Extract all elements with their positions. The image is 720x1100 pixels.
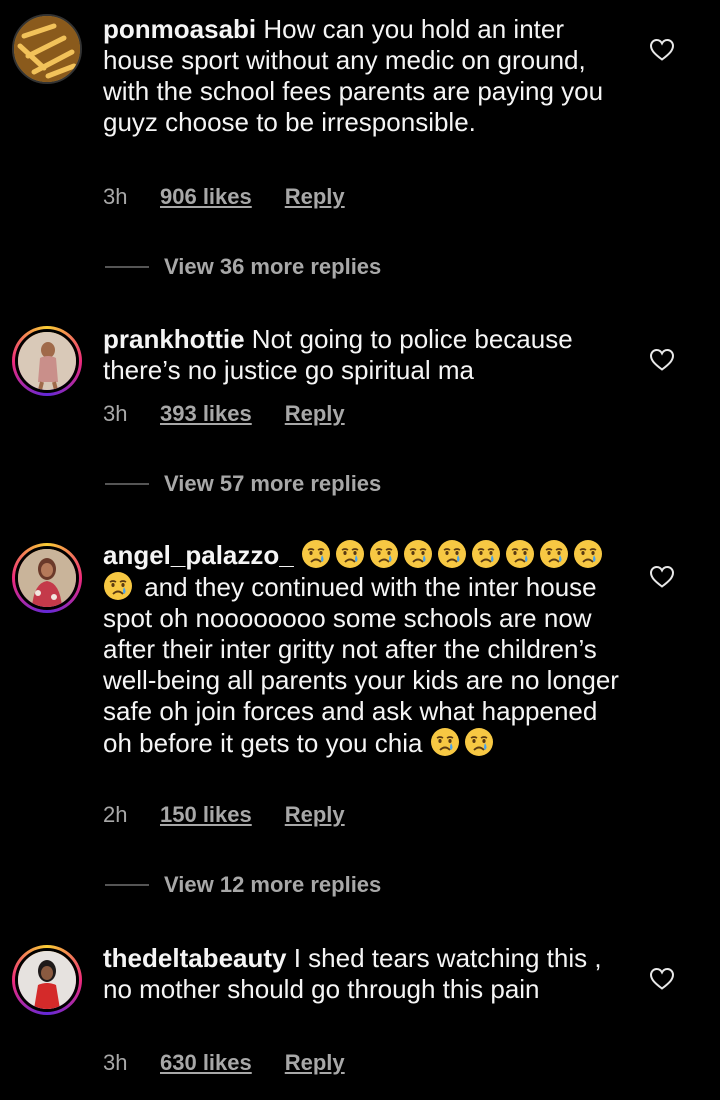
reply-button[interactable]: Reply	[285, 1050, 345, 1076]
comment-time: 3h	[103, 1050, 128, 1075]
divider-line	[105, 884, 149, 886]
comment-meta: 3h 630 likes Reply	[103, 1050, 345, 1076]
view-more-replies[interactable]: View 12 more replies	[105, 872, 381, 898]
view-more-label: View 57 more replies	[164, 471, 382, 496]
comment-text: thedeltabeauty I shed tears watching thi…	[103, 943, 623, 1005]
avatar-image	[15, 329, 79, 393]
avatar[interactable]	[12, 945, 82, 1015]
like-heart-icon[interactable]	[649, 38, 675, 62]
comment-username[interactable]: ponmoasabi	[103, 14, 256, 44]
comment-meta: 2h 150 likes Reply	[103, 802, 345, 828]
avatar-fries-image	[14, 16, 80, 82]
crying-face-icon	[403, 539, 433, 569]
avatar[interactable]	[12, 543, 82, 613]
avatar-image	[15, 948, 79, 1012]
avatar[interactable]	[12, 326, 82, 396]
comment-text: angel_palazzo_ and they continued with t…	[103, 539, 623, 759]
comment-text: prankhottie Not going to police because …	[103, 324, 623, 386]
comment-username[interactable]: prankhottie	[103, 324, 245, 354]
comment-time: 3h	[103, 184, 128, 209]
crying-face-icon	[437, 539, 467, 569]
crying-face-icon	[464, 727, 494, 757]
crying-face-icon	[335, 539, 365, 569]
crying-face-icon	[430, 727, 460, 757]
crying-face-icon	[573, 539, 603, 569]
comment-username[interactable]: thedeltabeauty	[103, 943, 287, 973]
reply-button[interactable]: Reply	[285, 184, 345, 210]
crying-face-icon	[471, 539, 501, 569]
view-more-label: View 36 more replies	[164, 254, 382, 279]
view-more-label: View 12 more replies	[164, 872, 382, 897]
crying-face-icon	[505, 539, 535, 569]
divider-line	[105, 483, 149, 485]
crying-face-icon	[369, 539, 399, 569]
likes-count[interactable]: 150 likes	[160, 802, 252, 828]
likes-count[interactable]: 906 likes	[160, 184, 252, 210]
crying-face-icon	[301, 539, 331, 569]
avatar[interactable]	[12, 14, 82, 84]
likes-count[interactable]: 393 likes	[160, 401, 252, 427]
avatar-image	[15, 546, 79, 610]
comment-time: 2h	[103, 802, 128, 827]
likes-count[interactable]: 630 likes	[160, 1050, 252, 1076]
comment-meta: 3h 393 likes Reply	[103, 401, 345, 427]
view-more-replies[interactable]: View 57 more replies	[105, 471, 381, 497]
view-more-replies[interactable]: View 36 more replies	[105, 254, 381, 280]
reply-button[interactable]: Reply	[285, 802, 345, 828]
comment-username[interactable]: angel_palazzo_	[103, 540, 294, 570]
like-heart-icon[interactable]	[649, 967, 675, 991]
comment-text: ponmoasabi How can you hold an inter hou…	[103, 14, 623, 138]
divider-line	[105, 266, 149, 268]
crying-face-icon	[539, 539, 569, 569]
comment-body: and they continued with the inter house …	[103, 572, 619, 758]
comment-time: 3h	[103, 401, 128, 426]
like-heart-icon[interactable]	[649, 565, 675, 589]
comment-meta: 3h 906 likes Reply	[103, 184, 345, 210]
reply-button[interactable]: Reply	[285, 401, 345, 427]
like-heart-icon[interactable]	[649, 348, 675, 372]
crying-face-icon	[103, 571, 133, 601]
